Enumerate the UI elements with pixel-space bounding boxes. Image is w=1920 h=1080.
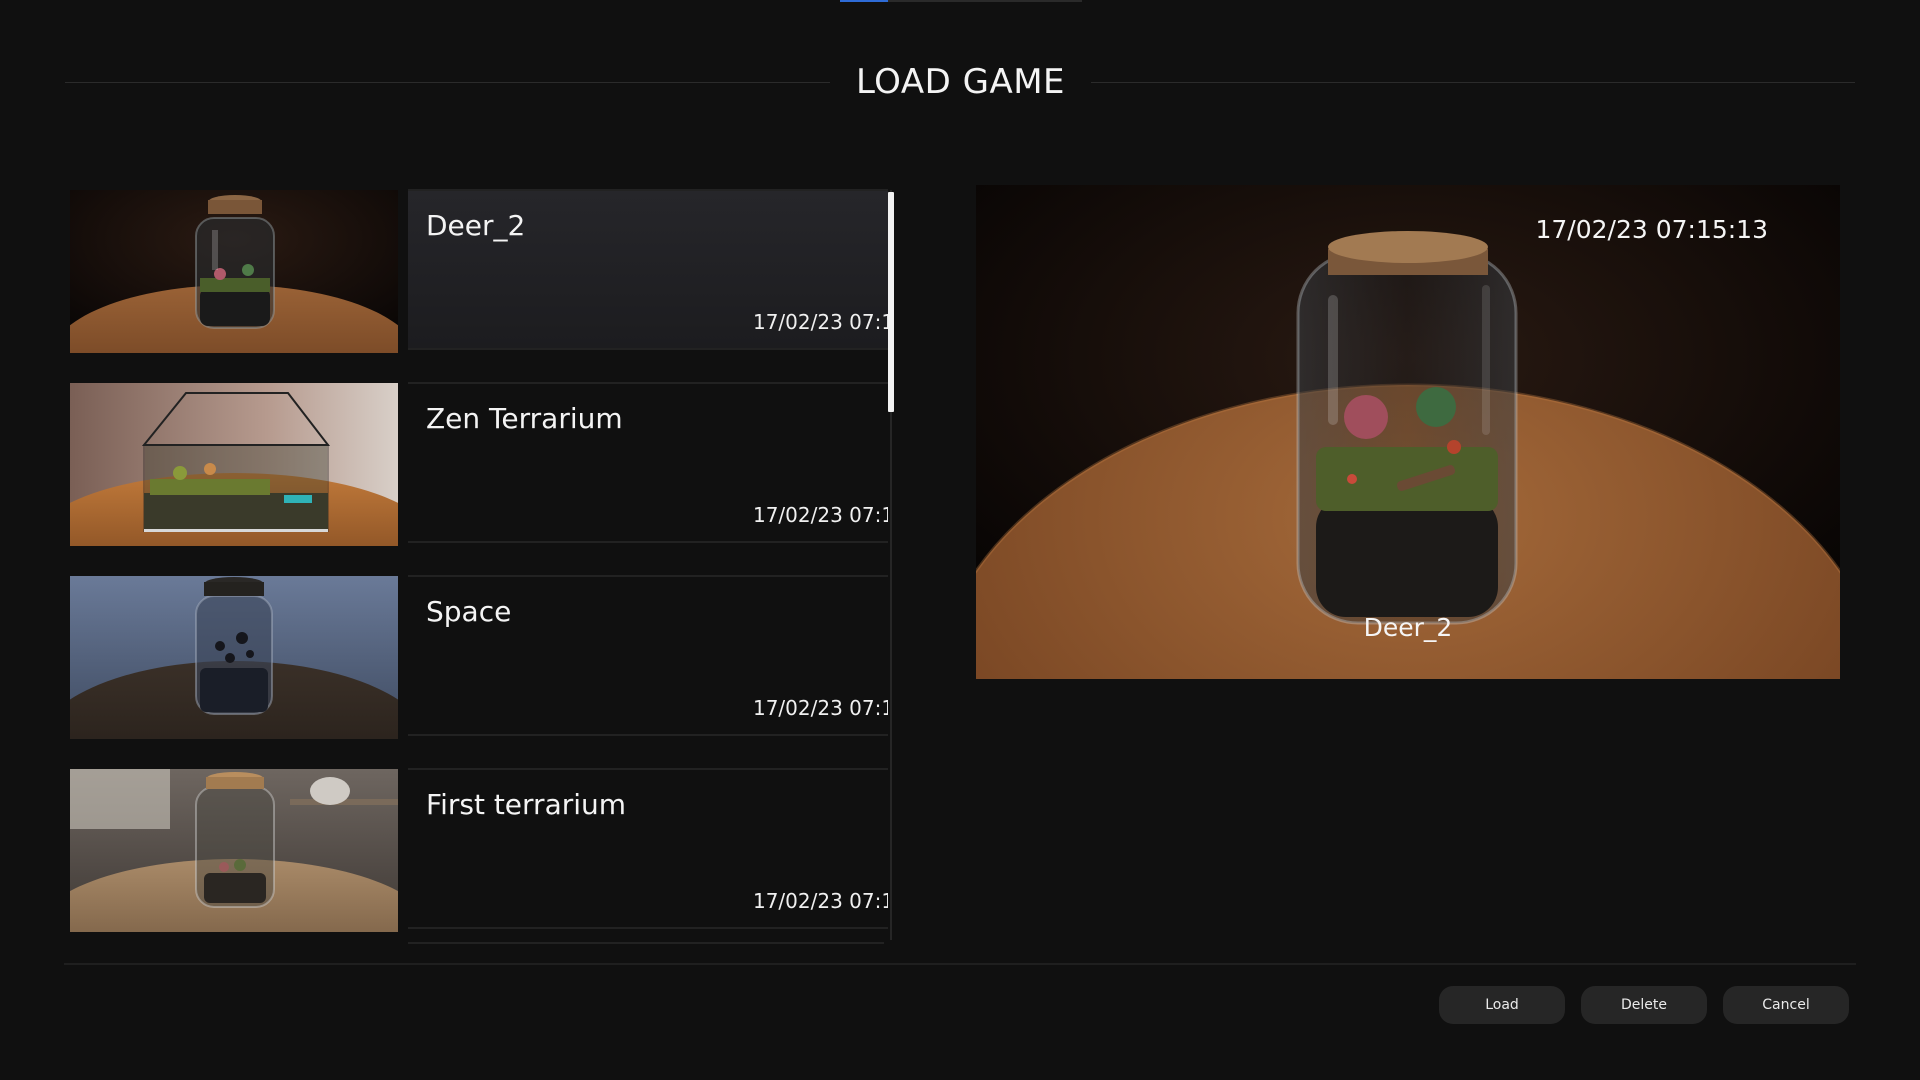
save-name: First terrarium <box>426 788 627 821</box>
header: LOAD GAME <box>65 56 1855 110</box>
save-date: 17/02/23 07:14:17 <box>752 889 888 913</box>
save-info: Space 17/02/23 07:14:23 <box>408 575 888 736</box>
active-tab-segment <box>840 0 888 2</box>
glass-box-terrarium-thumbnail <box>70 383 398 546</box>
load-button[interactable]: Load <box>1439 986 1565 1024</box>
save-name: Deer_2 <box>426 209 526 242</box>
header-rule-right <box>1091 82 1855 83</box>
save-info: Deer_2 17/02/23 07:15:13 <box>408 189 888 350</box>
save-thumbnail <box>70 769 398 932</box>
cancel-button[interactable]: Cancel <box>1723 986 1849 1024</box>
save-name: Space <box>426 595 512 628</box>
save-slot-deer-2[interactable]: Deer_2 17/02/23 07:15:13 <box>70 186 888 353</box>
save-thumbnail <box>70 576 398 739</box>
header-rule-left <box>65 82 830 83</box>
save-preview: 17/02/23 07:15:13 Deer_2 <box>976 185 1840 679</box>
terrarium-jar-thumbnail <box>70 190 398 353</box>
save-slot-zen-terrarium[interactable]: Zen Terrarium 17/02/23 07:14:48 <box>70 379 888 546</box>
list-bottom-divider <box>408 942 884 944</box>
preview-name: Deer_2 <box>1363 613 1453 642</box>
delete-button[interactable]: Delete <box>1581 986 1707 1024</box>
save-date: 17/02/23 07:15:13 <box>752 310 888 334</box>
top-tab-indicator <box>840 0 1082 2</box>
save-slot-space[interactable]: Space 17/02/23 07:14:23 <box>70 572 888 739</box>
save-list: Deer_2 17/02/23 07:15:13 <box>70 186 888 942</box>
space-jar-thumbnail <box>70 576 398 739</box>
save-date: 17/02/23 07:14:48 <box>752 503 888 527</box>
save-thumbnail <box>70 190 398 353</box>
footer-divider <box>64 963 1856 965</box>
save-name: Zen Terrarium <box>426 402 623 435</box>
save-slot-first-terrarium[interactable]: First terrarium 17/02/23 07:14:17 <box>70 765 888 932</box>
load-game-screen: LOAD GAME Deer_2 17/02/23 07:1 Zen Terra… <box>0 0 1920 1080</box>
scrollbar-thumb[interactable] <box>888 192 894 412</box>
save-date: 17/02/23 07:14:23 <box>752 696 888 720</box>
save-thumbnail <box>70 383 398 546</box>
preview-date: 17/02/23 07:15:13 <box>1535 215 1768 244</box>
save-info: Zen Terrarium 17/02/23 07:14:48 <box>408 382 888 543</box>
page-title: LOAD GAME <box>855 62 1066 102</box>
save-info: First terrarium 17/02/23 07:14:17 <box>408 768 888 929</box>
terrarium-preview-image <box>976 185 1840 679</box>
first-terrarium-thumbnail <box>70 769 398 932</box>
